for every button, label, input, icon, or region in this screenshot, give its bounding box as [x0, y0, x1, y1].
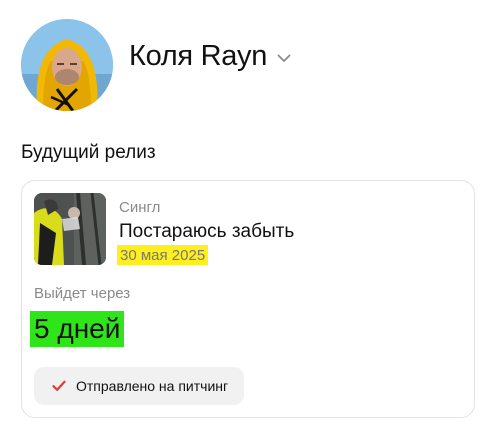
album-cover-image [34, 193, 106, 265]
release-title: Постараюсь забыть [119, 221, 295, 242]
release-date: 30 мая 2025 [117, 245, 209, 265]
countdown-label: Выйдет через [34, 285, 131, 302]
profile-avatar[interactable] [21, 19, 113, 111]
user-avatar-photo [21, 19, 113, 111]
album-cover [34, 193, 106, 265]
profile-switcher[interactable]: Коля Rayn [129, 36, 291, 76]
countdown-value: 5 дней [30, 311, 125, 347]
pitching-status-label: Отправлено на питчинг [76, 378, 229, 394]
check-icon [52, 380, 66, 392]
pitching-status-chip[interactable]: Отправлено на питчинг [34, 367, 245, 405]
chevron-down-icon [277, 53, 291, 63]
upcoming-release-card[interactable]: Сингл Постараюсь забыть 30 мая 2025 Выйд… [21, 180, 475, 418]
section-title: Будущий релиз [21, 142, 156, 163]
release-type: Сингл [119, 199, 161, 216]
profile-name: Коля Rayn [129, 39, 268, 72]
